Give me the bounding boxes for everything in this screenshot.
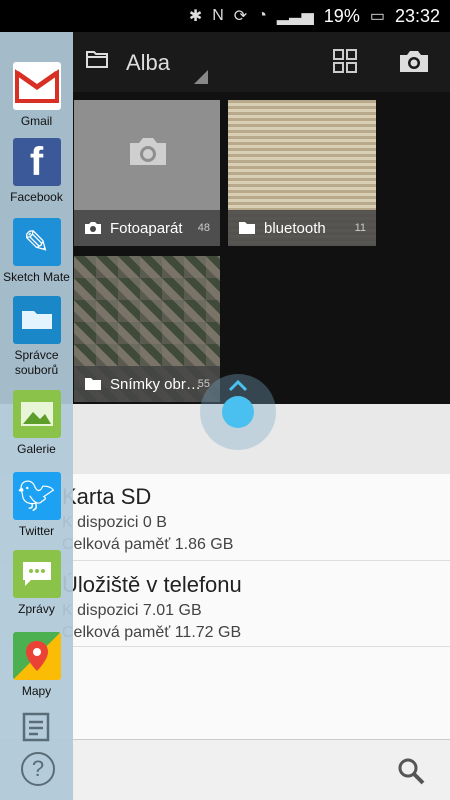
dropdown-indicator-icon[interactable] <box>194 70 208 84</box>
message-icon <box>12 550 61 598</box>
app-label: Galerie <box>17 442 56 456</box>
album-caption: Snímky obr… 55 <box>74 366 220 402</box>
handle-dot <box>222 396 254 428</box>
camera-placeholder-icon <box>130 138 166 165</box>
app-label: Facebook <box>10 190 63 204</box>
gallery-icon <box>12 390 61 438</box>
bluetooth-icon: ✱ <box>188 8 203 25</box>
app-maps[interactable]: Mapy <box>0 632 73 699</box>
album-title[interactable]: Alba <box>126 50 170 76</box>
storage-free: K dispozici 0 B <box>62 514 167 531</box>
folder-icon <box>239 222 255 234</box>
signal-icon: ▂▃▅ <box>276 8 314 25</box>
album-tile-screenshots[interactable]: Snímky obr… 55 <box>74 256 220 402</box>
album-count: 11 <box>354 222 366 234</box>
app-gmail[interactable]: Gmail <box>0 62 73 129</box>
album-name: bluetooth <box>264 219 326 237</box>
app-label: Zprávy <box>18 602 55 616</box>
battery-percent: 19% <box>323 5 360 26</box>
app-label: Twitter <box>18 524 55 538</box>
app-twitter[interactable]: 🐦︎ Twitter <box>0 472 73 539</box>
album-caption: Fotoaparát 48 <box>74 210 220 246</box>
app-gallery[interactable]: Galerie <box>0 390 73 457</box>
folder-icon[interactable] <box>86 50 108 68</box>
gmail-icon <box>12 62 61 110</box>
app-label: Správce souborů <box>14 348 59 377</box>
camera-icon <box>85 222 101 234</box>
album-name: Snímky obr… <box>110 375 201 393</box>
app-label: Mapy <box>21 684 52 698</box>
app-facebook[interactable]: f Facebook <box>0 138 73 205</box>
status-bar: ✱ N ⟳ ◔ ▂▃▅ 19% ▭ 23:32 <box>0 0 450 32</box>
split-drag-handle[interactable] <box>200 374 276 450</box>
album-caption: bluetooth 11 <box>228 210 376 246</box>
feather-icon: ✎ <box>12 218 61 266</box>
storage-title: Úložiště v telefonu <box>62 572 242 597</box>
maps-icon <box>12 632 61 680</box>
storage-free: K dispozici 7.01 GB <box>62 602 202 619</box>
folder-icon <box>85 378 101 390</box>
app-file-manager[interactable]: Správce souborů <box>0 296 73 378</box>
battery-icon: ▭ <box>369 8 385 25</box>
app-messages[interactable]: Zprávy <box>0 550 73 617</box>
app-label: Gmail <box>20 114 53 128</box>
album-name: Fotoaparát <box>110 219 183 237</box>
app-sketch-mate[interactable]: ✎ Sketch Mate <box>0 218 73 285</box>
album-tile-bluetooth[interactable]: bluetooth 11 <box>228 100 376 246</box>
help-icon[interactable]: ? <box>21 752 55 786</box>
rotation-icon: ⟳ <box>233 8 248 25</box>
album-tile-fotoaparat[interactable]: Fotoaparát 48 <box>74 100 220 246</box>
search-icon[interactable] <box>396 756 426 786</box>
folder-icon <box>12 296 61 344</box>
app-sidebar: Gmail f Facebook ✎ Sketch Mate Správce s… <box>0 32 73 800</box>
chevron-up-icon <box>228 380 248 392</box>
storage-total: Celková paměť 1.86 GB <box>62 536 234 553</box>
grid-view-icon[interactable] <box>333 49 357 73</box>
camera-icon[interactable] <box>398 49 430 73</box>
storage-title: Karta SD <box>62 484 152 509</box>
edit-list-icon[interactable] <box>22 712 50 742</box>
app-label: Sketch Mate <box>3 270 70 284</box>
storage-total: Celková paměť 11.72 GB <box>62 624 242 641</box>
nfc-icon: N <box>212 7 224 24</box>
wifi-icon: ◔ <box>257 7 267 24</box>
twitter-icon: 🐦︎ <box>12 472 61 520</box>
clock: 23:32 <box>394 5 440 26</box>
facebook-icon: f <box>12 138 61 186</box>
album-count: 48 <box>197 222 210 234</box>
